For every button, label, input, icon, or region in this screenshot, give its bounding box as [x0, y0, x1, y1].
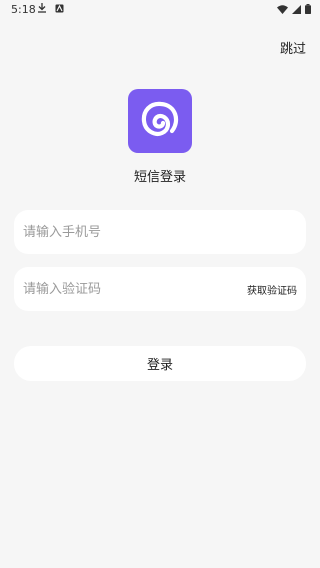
app-logo-icon: [138, 97, 182, 145]
download-icon: [37, 3, 47, 16]
phone-input[interactable]: [23, 210, 293, 254]
battery-icon: [305, 4, 311, 17]
wifi-icon: [277, 4, 288, 17]
verification-code-input[interactable]: [23, 267, 233, 311]
code-field-container: 获取验证码: [14, 267, 306, 311]
page-title: 短信登录: [133, 170, 186, 185]
skip-button[interactable]: 跳过: [280, 38, 306, 57]
notification-icon: [55, 3, 64, 16]
status-left-icons: [37, 3, 64, 16]
status-time: 5:18: [11, 3, 36, 16]
login-button[interactable]: 登录: [14, 346, 306, 381]
phone-field-container: [14, 210, 306, 254]
login-screen: 5:18 跳过 短信登录 请输入手机号 请输入验证码 获取验证码 登录: [0, 0, 320, 568]
signal-icon: [292, 4, 301, 17]
get-code-button[interactable]: 获取验证码: [247, 282, 297, 297]
status-right-icons: [277, 4, 311, 17]
status-bar: 5:18: [0, 0, 320, 20]
app-logo: [128, 89, 192, 153]
